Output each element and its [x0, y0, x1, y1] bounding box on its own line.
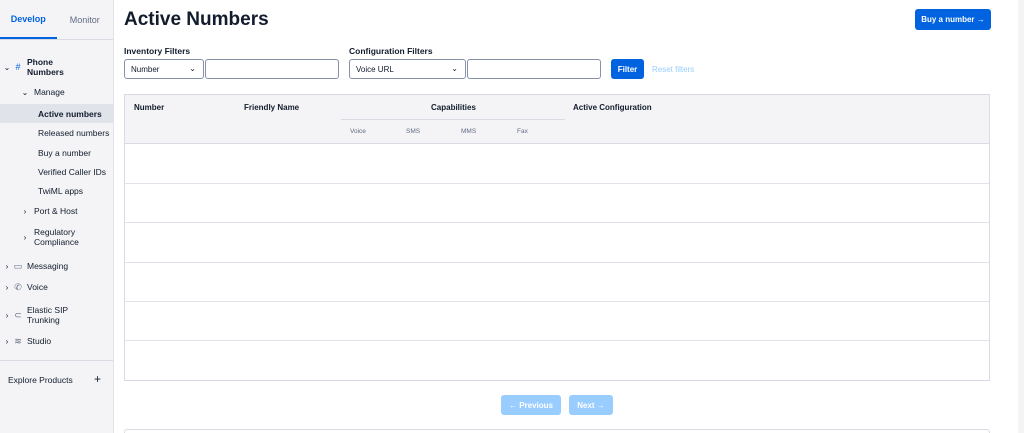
chevron-right-icon: ›: [5, 336, 9, 346]
subheader-voice: Voice: [350, 128, 366, 135]
sidebar-item-elastic-sip-trunking[interactable]: › ⊂ Elastic SIP Trunking: [0, 304, 113, 326]
chevron-down-icon: ⌄: [21, 87, 29, 97]
chevron-down-icon: ⌄: [451, 64, 458, 73]
subheader-mms: MMS: [461, 128, 477, 135]
column-header-number: Number: [134, 103, 165, 112]
chevron-right-icon: ›: [5, 310, 9, 320]
sidebar-item-label: Verified Caller IDs: [38, 167, 107, 177]
table-header: Number Friendly Name Capabilities Active…: [125, 95, 989, 144]
sidebar-item-verified-caller-ids[interactable]: Verified Caller IDs: [0, 165, 113, 179]
sip-trunk-icon: ⊂: [14, 309, 22, 320]
sidebar-item-label: Messaging: [27, 261, 69, 271]
sidebar-item-voice[interactable]: › ✆ Voice: [0, 280, 113, 294]
reset-filters-link[interactable]: Reset filters: [652, 65, 694, 74]
subheader-fax: Fax: [517, 128, 528, 135]
sidebar-item-label: Phone Numbers: [27, 57, 64, 77]
subheader-sms: SMS: [406, 128, 421, 135]
plus-icon[interactable]: +: [94, 372, 101, 386]
select-value: Voice URL: [356, 64, 394, 74]
select-value: Number: [131, 64, 160, 74]
sidebar-item-twiml-apps[interactable]: TwiML apps: [0, 184, 113, 198]
phone-icon: ✆: [14, 281, 22, 292]
studio-flow-icon: ≋: [14, 335, 22, 346]
sidebar-item-label: Studio: [27, 336, 52, 346]
sidebar-item-label: Regulatory Compliance: [34, 227, 79, 247]
table-row-divider: [125, 301, 989, 302]
buy-a-number-button[interactable]: Buy a number →: [915, 9, 991, 30]
sidebar-item-label: Manage: [34, 87, 65, 97]
sidebar-item-phone-numbers[interactable]: ⌄ # Phone Numbers: [0, 56, 113, 78]
table-row-divider: [125, 262, 989, 263]
configuration-filter-input[interactable]: [467, 59, 601, 79]
sidebar-item-label: TwiML apps: [38, 186, 84, 196]
sidebar-item-studio[interactable]: › ≋ Studio: [0, 334, 113, 348]
chevron-right-icon: ›: [23, 232, 27, 242]
sidebar-item-port-host[interactable]: › Port & Host: [0, 204, 113, 218]
inventory-filter-input[interactable]: [205, 59, 339, 79]
sidebar-item-label: Voice: [27, 282, 48, 292]
bottom-card: [124, 429, 990, 433]
tab-develop[interactable]: Develop: [0, 0, 57, 39]
sidebar-divider: [0, 360, 113, 361]
column-header-active-configuration: Active Configuration: [573, 103, 652, 112]
chevron-down-icon: ⌄: [189, 64, 196, 73]
sidebar-item-label: Elastic SIP Trunking: [27, 305, 69, 325]
chevron-right-icon: ›: [5, 282, 9, 292]
numbers-table: Number Friendly Name Capabilities Active…: [124, 94, 990, 381]
chat-icon: ▭: [13, 260, 23, 271]
next-page-button[interactable]: Next →: [569, 395, 613, 415]
table-row-divider: [125, 340, 989, 341]
column-header-capabilities: Capabilities: [431, 103, 476, 112]
sidebar-item-label: Port & Host: [34, 206, 78, 216]
sidebar-item-regulatory-compliance[interactable]: › Regulatory Compliance: [0, 226, 113, 248]
sidebar-item-label: Active numbers: [38, 108, 102, 119]
sidebar-tabs: Develop Monitor: [0, 0, 113, 40]
sidebar-item-label: Explore Products: [8, 375, 73, 385]
sidebar-item-label: Buy a number: [38, 148, 91, 158]
sidebar-item-manage[interactable]: ⌄ Manage: [0, 85, 113, 99]
filter-button[interactable]: Filter: [611, 59, 644, 79]
previous-page-button[interactable]: ← Previous: [501, 395, 561, 415]
scrollbar[interactable]: [1018, 0, 1024, 433]
sidebar-item-buy-a-number[interactable]: Buy a number: [0, 146, 113, 160]
page-title: Active Numbers: [124, 9, 269, 30]
hash-icon: #: [15, 62, 21, 72]
table-row-divider: [125, 183, 989, 184]
chevron-down-icon: ⌄: [3, 62, 11, 72]
inventory-filter-select[interactable]: Number ⌄: [124, 59, 204, 79]
table-row-divider: [125, 222, 989, 223]
sidebar-item-messaging[interactable]: › ▭ Messaging: [0, 259, 113, 273]
sidebar-item-label: Released numbers: [38, 128, 110, 138]
sidebar: Develop Monitor ⌄ # Phone Numbers ⌄ Mana…: [0, 0, 114, 433]
chevron-right-icon: ›: [23, 206, 27, 216]
sidebar-item-active-numbers[interactable]: Active numbers: [0, 104, 113, 123]
sidebar-item-released-numbers[interactable]: Released numbers: [0, 126, 113, 140]
configuration-filter-select[interactable]: Voice URL ⌄: [349, 59, 466, 79]
capabilities-divider: [341, 119, 565, 120]
inventory-filters-label: Inventory Filters: [124, 46, 191, 56]
column-header-friendly-name: Friendly Name: [244, 103, 300, 112]
tab-monitor[interactable]: Monitor: [57, 0, 114, 39]
configuration-filters-label: Configuration Filters: [349, 46, 433, 56]
chevron-right-icon: ›: [5, 261, 9, 271]
